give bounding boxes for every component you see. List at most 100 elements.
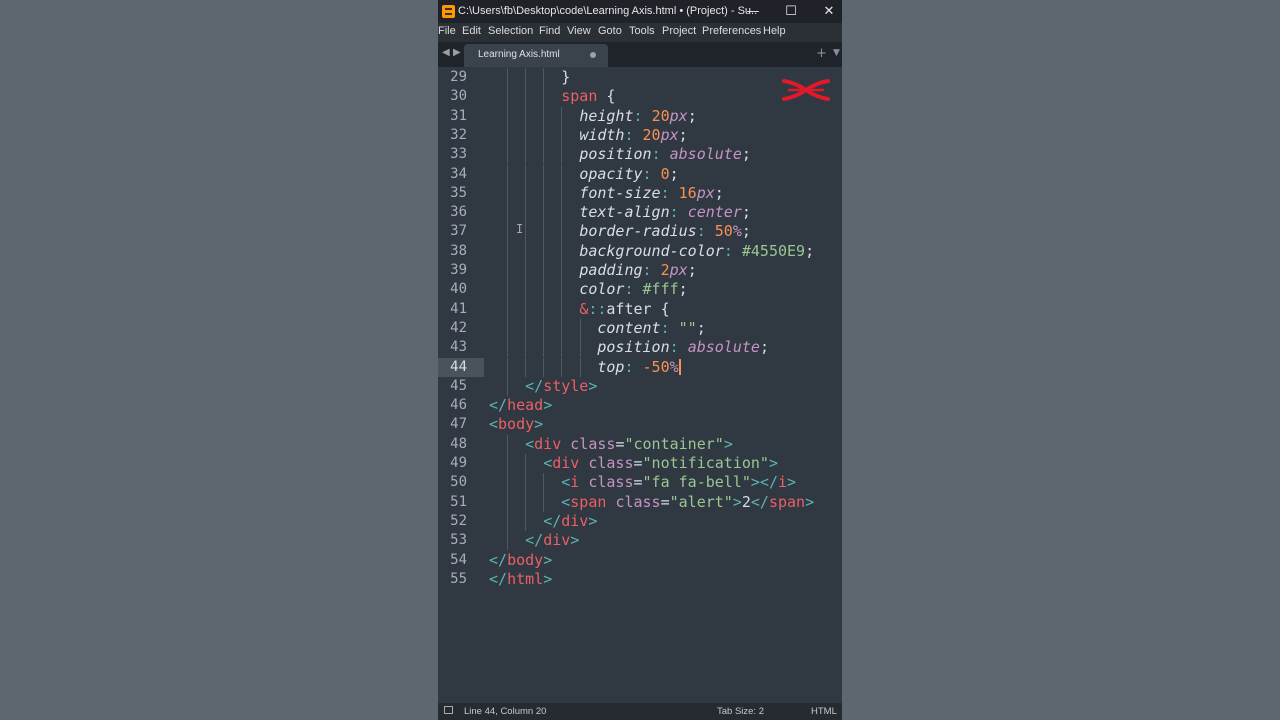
indent-guide <box>507 222 509 242</box>
menu-find[interactable]: Find <box>539 25 560 37</box>
menu-edit[interactable]: Edit <box>462 25 481 37</box>
code-line[interactable]: 41 &::after { <box>438 300 842 319</box>
code-token: style <box>543 376 589 395</box>
indent-guide <box>507 261 509 281</box>
tab-size[interactable]: Tab Size: 2 <box>717 706 764 717</box>
indent-guide <box>507 454 509 474</box>
indent-guide <box>561 222 563 242</box>
code-token: ; <box>687 261 697 279</box>
code-line[interactable]: 52 </div> <box>438 512 842 531</box>
line-number: 42 <box>450 319 467 336</box>
code-token: span <box>768 492 806 511</box>
indent-guide <box>525 299 527 319</box>
tab-dropdown-icon[interactable]: ▼ <box>833 48 840 58</box>
code-line[interactable]: 50 <i class="fa fa-bell"></i> <box>438 473 842 492</box>
code-line[interactable]: 39 padding: 2px; <box>438 261 842 280</box>
indent-guide <box>525 261 527 281</box>
minimize-button[interactable]: — <box>734 0 772 23</box>
menu-file[interactable]: File <box>438 25 456 37</box>
code-line[interactable]: 33 position: absolute; <box>438 145 842 164</box>
indent-guide <box>561 299 563 319</box>
indent-guide <box>561 241 563 261</box>
menu-tools[interactable]: Tools <box>629 25 655 37</box>
code-text: </body> <box>489 551 552 570</box>
new-tab-icon[interactable]: + <box>816 46 827 61</box>
tab-next-icon[interactable]: ▶ <box>453 47 461 58</box>
code-editor[interactable]: I 29 } 30 span {31 height: 20px; 32 width:… <box>438 67 842 703</box>
code-line[interactable]: 36 text-align: center; <box>438 203 842 222</box>
panel-toggle-icon[interactable] <box>444 706 453 714</box>
syntax-mode[interactable]: HTML <box>811 706 837 717</box>
code-line[interactable]: 51 <span class="alert">2</span> <box>438 493 842 512</box>
code-line[interactable]: 42 content: ""; <box>438 319 842 338</box>
code-line[interactable]: 30 span { <box>438 87 842 106</box>
indent-guide <box>561 125 563 146</box>
code-text: color: #fff; <box>489 280 687 299</box>
code-line[interactable]: 44 top: -50% <box>438 358 842 377</box>
code-token: < <box>525 434 535 453</box>
code-line[interactable]: 48 <div class="container"> <box>438 435 842 454</box>
code-line[interactable]: 47 <body> <box>438 415 842 434</box>
code-line[interactable]: 38 background-color: #4550E9; <box>438 242 842 261</box>
line-number: 37 <box>450 223 467 240</box>
code-line[interactable]: 35 font-size: 16px; <box>438 184 842 203</box>
code-line[interactable]: 55 </html> <box>438 570 842 589</box>
indent-guide <box>507 280 509 300</box>
indent-guide <box>525 106 527 126</box>
indent-guide <box>543 145 545 165</box>
code-line[interactable]: 43 position: absolute; <box>438 338 842 357</box>
code-line[interactable]: 40 color: #fff; <box>438 280 842 299</box>
menu-preferences[interactable]: Preferences <box>702 25 761 37</box>
indent-guide <box>543 106 545 126</box>
code-token: absolute <box>687 338 760 357</box>
indent-guide <box>525 473 527 493</box>
code-line[interactable]: 46 </head> <box>438 396 842 415</box>
code-line[interactable]: 34 opacity: 0; <box>438 165 842 184</box>
code-token: #4550E9 <box>741 241 806 260</box>
code-token: top <box>597 357 625 376</box>
close-button[interactable]: ✕ <box>810 0 842 23</box>
code-token: </ <box>489 396 508 415</box>
code-line[interactable]: 37 border-radius: 50%; <box>438 222 842 241</box>
indent-guide <box>579 338 581 358</box>
tab-learning-axis[interactable]: Learning Axis.html <box>464 44 608 67</box>
code-line[interactable]: 29 } <box>438 68 842 87</box>
cursor-position[interactable]: Line 44, Column 20 <box>464 706 546 717</box>
menu-project[interactable]: Project <box>662 25 696 37</box>
code-token: 2 <box>741 492 751 511</box>
maximize-button[interactable]: ☐ <box>772 0 810 23</box>
menu-view[interactable]: View <box>567 25 591 37</box>
menu-selection[interactable]: Selection <box>488 25 533 37</box>
indent-guide <box>561 318 563 339</box>
menu-goto[interactable]: Goto <box>598 25 622 37</box>
code-line[interactable]: 54 </body> <box>438 551 842 570</box>
unsaved-dot-icon[interactable] <box>590 52 596 58</box>
code-token: > <box>543 550 553 569</box>
indent-guide <box>543 338 545 358</box>
code-line[interactable]: 49 <div class="notification"> <box>438 454 842 473</box>
code-token: 0 <box>660 164 670 183</box>
indent-guide <box>525 241 527 261</box>
indent-guide <box>543 222 545 242</box>
code-token: absolute <box>669 145 742 164</box>
code-line[interactable]: 32 width: 20px; <box>438 126 842 145</box>
code-token: </ <box>489 550 508 569</box>
code-token: </ <box>525 531 544 550</box>
code-token: -50 <box>642 357 670 376</box>
code-token: { <box>597 87 616 106</box>
tab-prev-icon[interactable]: ◀ <box>442 47 450 58</box>
code-line[interactable]: 45 </style> <box>438 377 842 396</box>
code-token: padding <box>579 261 643 279</box>
code-text: <div class="container"> <box>489 435 733 454</box>
code-line[interactable]: 53 </div> <box>438 531 842 550</box>
indent-guide <box>507 492 509 512</box>
code-line[interactable]: 31 height: 20px; <box>438 107 842 126</box>
menu-help[interactable]: Help <box>763 25 786 37</box>
